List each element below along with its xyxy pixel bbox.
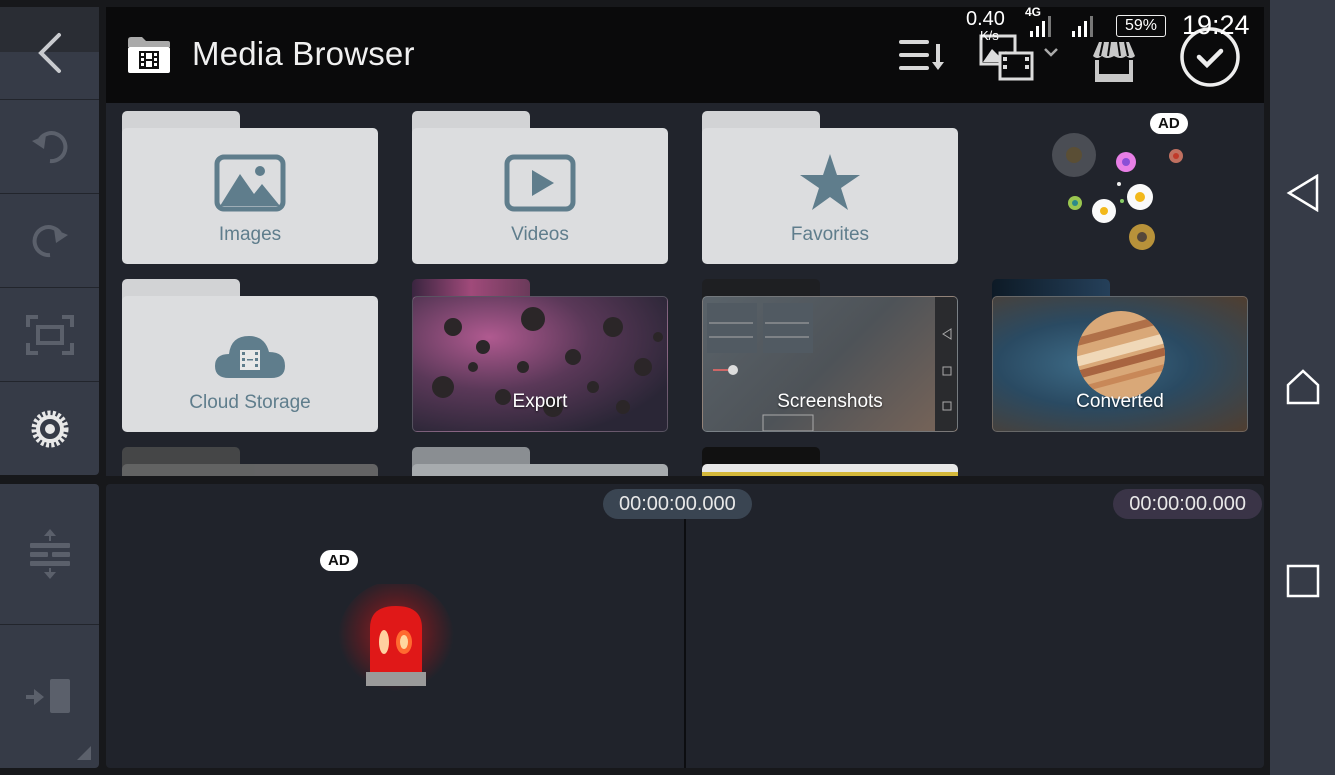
fit-screen-button[interactable]	[0, 288, 99, 382]
jump-to-end-button[interactable]	[0, 625, 99, 768]
folder-body: Screenshots	[702, 296, 958, 432]
folder-export[interactable]: Export	[412, 279, 668, 432]
folder-partial-3[interactable]	[702, 447, 958, 476]
folder-body: Favorites	[702, 128, 958, 264]
folder-label: Export	[512, 391, 568, 412]
playhead-line[interactable]	[684, 514, 686, 768]
folder-cloud-storage[interactable]: Cloud Storage	[122, 279, 378, 432]
folder-label: Screenshots	[777, 391, 883, 412]
back-arrow-icon	[37, 33, 61, 73]
settings-button[interactable]	[0, 382, 99, 475]
nav-home-button[interactable]	[1270, 357, 1335, 417]
star-icon	[800, 154, 860, 210]
left-toolbar-top	[0, 7, 99, 475]
folder-label: Cloud Storage	[189, 392, 311, 413]
nav-recents-button[interactable]	[1270, 551, 1335, 611]
page-title: Media Browser	[192, 35, 415, 72]
folder-favorites[interactable]: Favorites	[702, 111, 958, 264]
total-time: 00:00:00.000	[1113, 489, 1262, 519]
settings-gear-icon	[31, 410, 68, 447]
media-browser-grid: Images Videos Favorites AD Cloud Storage…	[106, 103, 1264, 476]
undo-button[interactable]	[0, 100, 99, 194]
back-button[interactable]	[0, 7, 99, 100]
folder-images[interactable]: Images	[122, 111, 378, 264]
sort-icon	[899, 40, 944, 70]
store-button[interactable]	[1090, 37, 1138, 83]
folder-body: Converted	[992, 296, 1248, 432]
back-triangle-icon	[1286, 174, 1318, 212]
recents-square-icon	[1286, 564, 1319, 598]
redo-icon	[32, 224, 68, 257]
siren-ad-image[interactable]	[336, 584, 456, 704]
jump-to-end-icon	[25, 678, 70, 713]
home-icon	[1286, 369, 1319, 405]
battery-indicator: 59%	[1116, 15, 1166, 37]
folder-body	[122, 464, 378, 476]
clock: 19:24	[1182, 10, 1250, 40]
folder-label: Images	[218, 224, 282, 245]
browser-ad[interactable]: AD	[1042, 113, 1212, 259]
media-folder-icon	[128, 37, 170, 73]
signal-strength-icon-2	[1072, 16, 1093, 37]
resize-corner-icon[interactable]	[77, 746, 91, 760]
folder-screenshots[interactable]: Screenshots	[702, 279, 958, 432]
folder-body	[412, 464, 668, 476]
folder-body: Export	[412, 296, 668, 432]
expand-tracks-button[interactable]	[0, 484, 99, 625]
nav-back-button[interactable]	[1270, 163, 1335, 223]
flowers-ad-image	[1052, 133, 1183, 250]
folder-label: Favorites	[790, 224, 870, 245]
folder-body: Images	[122, 128, 378, 264]
signal-strength-icon	[1030, 16, 1051, 37]
left-toolbar-bottom	[0, 484, 99, 768]
redo-button[interactable]	[0, 194, 99, 288]
folder-partial-2[interactable]	[412, 447, 668, 476]
store-icon	[1093, 41, 1135, 82]
android-nav-bar	[1270, 0, 1335, 775]
playhead-time: 00:00:00.000	[603, 489, 752, 519]
expand-tracks-icon	[29, 529, 70, 579]
folder-body	[702, 464, 958, 476]
cloud-film-icon	[215, 336, 285, 378]
net-speed-unit: K/s	[980, 28, 999, 43]
fit-screen-icon	[25, 314, 74, 355]
folder-body: Cloud Storage	[122, 296, 378, 432]
folder-converted[interactable]: Converted	[992, 279, 1248, 432]
folder-label: Videos	[511, 224, 569, 245]
timeline[interactable]: 00:00:00.000 00:00:00.000 AD	[106, 484, 1264, 768]
folder-videos[interactable]: Videos	[412, 111, 668, 264]
undo-icon	[31, 130, 67, 163]
timeline-ad-badge: AD	[320, 550, 358, 571]
video-play-icon	[504, 154, 576, 212]
folder-partial-1[interactable]	[122, 447, 378, 476]
image-icon	[214, 154, 286, 212]
folder-body: Videos	[412, 128, 668, 264]
folder-label: Converted	[1076, 391, 1164, 412]
sort-button[interactable]	[896, 35, 952, 75]
